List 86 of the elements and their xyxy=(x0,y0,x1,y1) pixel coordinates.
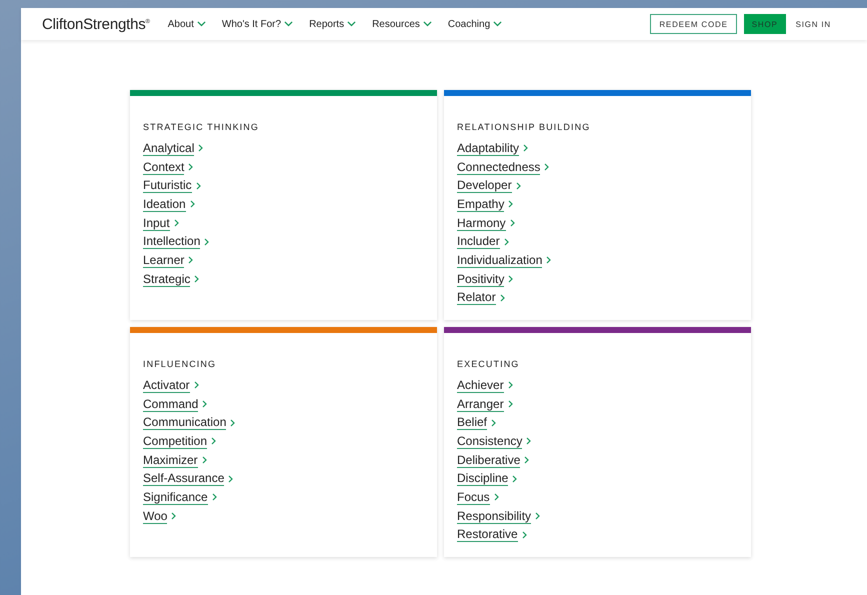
chevron-right-icon xyxy=(526,437,532,446)
theme-link[interactable]: Adaptability xyxy=(457,139,528,158)
chevron-down-icon xyxy=(284,21,294,27)
theme-link[interactable]: Arranger xyxy=(457,394,513,414)
chevron-right-icon xyxy=(188,163,194,172)
chevron-right-icon xyxy=(508,400,513,408)
chevron-right-icon xyxy=(211,437,216,446)
theme-link[interactable]: Input xyxy=(143,214,179,232)
chevron-right-icon xyxy=(535,512,540,520)
theme-link[interactable]: Learner xyxy=(143,251,194,270)
chevron-right-icon xyxy=(194,381,199,390)
theme-link[interactable]: Command xyxy=(143,394,208,414)
chevron-right-icon xyxy=(523,144,528,152)
theme-link[interactable]: Positivity xyxy=(457,270,514,288)
chevron-right-icon xyxy=(194,275,200,284)
theme-link[interactable]: Harmony xyxy=(457,214,515,232)
theme-link[interactable]: Discipline xyxy=(457,469,518,488)
theme-link[interactable]: Responsibility xyxy=(457,506,540,526)
theme-link[interactable]: Context xyxy=(143,158,194,176)
chevron-right-icon xyxy=(174,219,179,228)
theme-link[interactable]: Belief xyxy=(457,413,496,432)
chevron-down-icon xyxy=(347,21,356,27)
chevron-right-icon xyxy=(544,163,550,172)
theme-link[interactable]: Analytical xyxy=(143,139,204,158)
chevron-right-icon xyxy=(504,238,509,246)
chevron-right-icon xyxy=(491,418,496,427)
shop-button[interactable]: SHOP xyxy=(744,14,786,34)
chevron-right-icon xyxy=(190,200,195,208)
chevron-right-icon xyxy=(522,530,527,539)
chevron-right-icon xyxy=(198,144,204,152)
theme-link[interactable]: Developer xyxy=(457,176,521,196)
theme-link[interactable]: Ideation xyxy=(143,195,195,214)
chevron-right-icon xyxy=(230,418,236,427)
chevron-right-icon xyxy=(196,182,201,190)
chevron-down-icon xyxy=(493,21,502,27)
theme-link[interactable]: Self-Assurance xyxy=(143,469,234,488)
theme-link[interactable]: Intellection xyxy=(143,232,210,252)
domain-title: EXECUTING xyxy=(457,359,520,369)
theme-link[interactable]: Significance xyxy=(143,488,217,507)
theme-link[interactable]: Individualization xyxy=(457,251,552,270)
nav-menu-item[interactable]: Coaching xyxy=(448,18,502,30)
theme-link[interactable]: Woo xyxy=(143,506,176,526)
chevron-right-icon xyxy=(202,400,208,408)
theme-link[interactable]: Connectedness xyxy=(457,158,550,176)
chevron-right-icon xyxy=(500,294,505,302)
chevron-right-icon xyxy=(516,182,521,190)
theme-link[interactable]: Communication xyxy=(143,413,236,432)
chevron-right-icon xyxy=(508,275,514,284)
nav-menu-item[interactable]: Resources xyxy=(372,18,432,30)
theme-link[interactable]: Consistency xyxy=(457,432,532,451)
nav-menu-item[interactable]: Reports xyxy=(309,18,356,30)
chevron-down-icon xyxy=(422,21,432,27)
redeem-code-button[interactable]: REDEEM CODE xyxy=(650,14,737,34)
chevron-right-icon xyxy=(508,381,513,390)
theme-link[interactable]: Maximizer xyxy=(143,450,207,470)
chevron-right-icon xyxy=(494,493,499,502)
chevron-right-icon xyxy=(510,219,515,228)
chevron-right-icon xyxy=(524,456,530,464)
nav-menu-item[interactable]: About xyxy=(168,18,206,30)
theme-link[interactable]: Restorative xyxy=(457,526,527,544)
chevron-right-icon xyxy=(212,493,217,502)
chevron-right-icon xyxy=(228,474,234,483)
chevron-right-icon xyxy=(202,456,207,464)
logo[interactable]: CliftonStrengths$^{®}$ xyxy=(42,16,150,32)
theme-link[interactable]: Empathy xyxy=(457,195,514,214)
theme-link[interactable]: Competition xyxy=(143,432,216,451)
nav-menu-item[interactable]: Who's It For? xyxy=(222,18,294,30)
theme-link[interactable]: Deliberative xyxy=(457,450,530,470)
theme-link[interactable]: Focus xyxy=(457,488,499,507)
chevron-right-icon xyxy=(204,238,210,246)
domain-title: RELATIONSHIP BUILDING xyxy=(457,122,592,132)
chevron-right-icon xyxy=(171,512,176,520)
chevron-right-icon xyxy=(188,256,194,264)
sign-in-link[interactable]: SIGN IN xyxy=(796,20,831,28)
theme-link[interactable]: Futuristic xyxy=(143,176,201,196)
theme-link[interactable]: Achiever xyxy=(457,376,513,395)
theme-link[interactable]: Includer xyxy=(457,232,509,252)
theme-link[interactable]: Activator xyxy=(143,376,199,395)
domain-title: STRATEGIC THINKING xyxy=(143,122,260,132)
chevron-right-icon xyxy=(512,474,518,483)
chevron-right-icon xyxy=(546,256,552,264)
theme-link[interactable]: Relator xyxy=(457,288,505,308)
domain-title: INFLUENCING xyxy=(143,359,218,369)
chevron-right-icon xyxy=(508,200,514,208)
chevron-down-icon xyxy=(196,21,206,27)
theme-link[interactable]: Strategic xyxy=(143,270,200,288)
